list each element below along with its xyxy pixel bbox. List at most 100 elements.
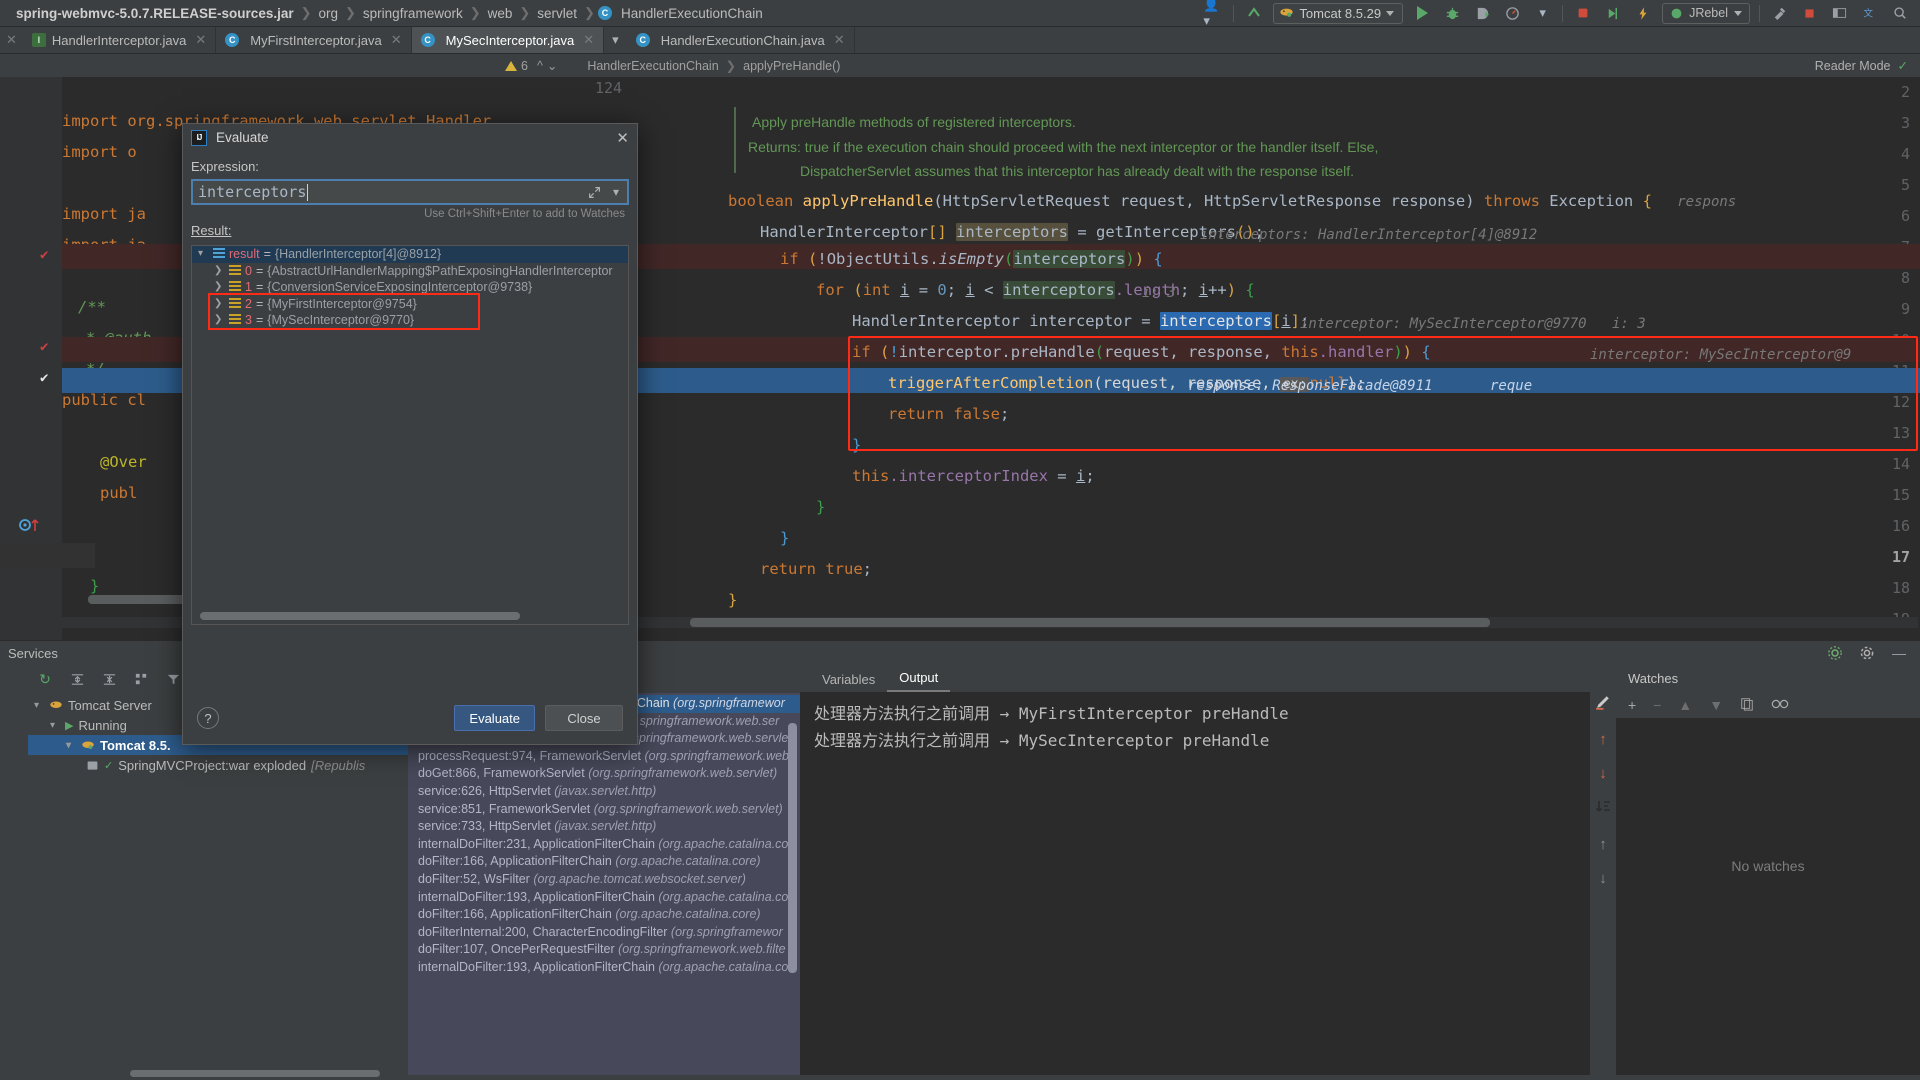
- stack-frame-row[interactable]: service:626, HttpServlet (javax.servlet.…: [408, 783, 800, 801]
- rerun-icon[interactable]: ↻: [36, 670, 54, 688]
- evaluate-icon[interactable]: [1595, 693, 1612, 714]
- breadcrumb-web[interactable]: web: [484, 6, 517, 21]
- frames-scrollbar[interactable]: [788, 723, 797, 973]
- chevron-down-icon[interactable]: ▾: [1532, 3, 1553, 24]
- tab-close-all[interactable]: ✕: [0, 27, 23, 53]
- stop-square-icon[interactable]: [1799, 3, 1820, 24]
- profiler-icon[interactable]: [1502, 3, 1523, 24]
- chevron-down-icon[interactable]: ▾: [50, 720, 60, 731]
- result-row-1[interactable]: ❯ 1 = {ConversionServiceExposingIntercep…: [192, 279, 628, 296]
- debug-icon[interactable]: [1442, 3, 1463, 24]
- breadcrumb-jar[interactable]: spring-webmvc-5.0.7.RELEASE-sources.jar: [12, 6, 298, 21]
- left-editor-hscroll-thumb[interactable]: [88, 595, 188, 604]
- breadcrumb-springframework[interactable]: springframework: [359, 6, 467, 21]
- result-row-2[interactable]: ❯ 2 = {MyFirstInterceptor@9754}: [192, 296, 628, 313]
- breadcrumb-servlet[interactable]: servlet: [533, 6, 581, 21]
- step-out-icon[interactable]: ↑: [1599, 731, 1607, 748]
- expression-input[interactable]: interceptors ▾: [191, 179, 629, 205]
- breadcrumb-classname[interactable]: HandlerExecutionChain: [617, 6, 767, 21]
- move-up-icon[interactable]: ▲: [1678, 697, 1692, 713]
- tab-handlerexecutionchain[interactable]: C HandlerExecutionChain.java ✕: [627, 27, 855, 53]
- search-icon[interactable]: [1889, 3, 1910, 24]
- expand-editor-icon[interactable]: [583, 181, 605, 203]
- close-icon[interactable]: ✕: [583, 32, 594, 48]
- chevron-right-icon[interactable]: ❯: [214, 279, 225, 296]
- result-row-0[interactable]: ❯ 0 = {AbstractUrlHandlerMapping$PathExp…: [192, 263, 628, 280]
- stack-frames-list[interactable]: applyPreHandle:137, HandlerExecutionChai…: [408, 693, 800, 1080]
- services-tree[interactable]: ▾ Tomcat Server ▾ ▶ Running ▾ Tomcat 8.5…: [28, 695, 408, 1080]
- close-icon[interactable]: ✕: [616, 129, 629, 147]
- result-hscrollbar[interactable]: [200, 612, 520, 620]
- tab-myfirstinterceptor[interactable]: C MyFirstInterceptor.java ✕: [216, 27, 412, 53]
- breakpoint-icon[interactable]: ✔: [40, 339, 53, 355]
- breadcrumb-class-name[interactable]: HandlerExecutionChain: [587, 59, 718, 73]
- stack-frame-row[interactable]: service:851, FrameworkServlet (org.sprin…: [408, 801, 800, 819]
- run-icon[interactable]: [1412, 3, 1433, 24]
- minimize-icon[interactable]: —: [1890, 644, 1908, 662]
- add-icon[interactable]: +: [1628, 697, 1636, 713]
- attach-debugger-icon[interactable]: [1602, 3, 1623, 24]
- expand-all-icon[interactable]: [68, 670, 86, 688]
- tab-mysecinterceptor[interactable]: C MySecInterceptor.java ✕: [411, 27, 605, 53]
- chevron-up-icon[interactable]: ^: [537, 59, 543, 73]
- collapse-all-icon[interactable]: [100, 670, 118, 688]
- translate-icon[interactable]: 文: [1859, 3, 1880, 24]
- help-button[interactable]: ?: [197, 707, 219, 729]
- result-tree[interactable]: ▾ result = {HandlerInterceptor[4]@8912} …: [191, 245, 629, 625]
- chevron-right-icon[interactable]: ❯: [214, 296, 225, 313]
- jrebel-selector[interactable]: JRebel: [1662, 2, 1750, 24]
- console-output[interactable]: 处理器方法执行之前调用 → MyFirstInterceptor preHand…: [800, 692, 1590, 1080]
- close-icon[interactable]: ✕: [834, 32, 845, 48]
- force-step-icon[interactable]: [1595, 799, 1611, 819]
- breakpoint-icon[interactable]: ✔: [40, 370, 53, 386]
- close-button[interactable]: Close: [545, 705, 623, 731]
- tree-item-war-deployment[interactable]: ✓ SpringMVCProject:war exploded [Republi…: [28, 755, 408, 775]
- step-into-icon[interactable]: ↓: [1599, 765, 1607, 782]
- inspect-icon[interactable]: [1771, 697, 1789, 713]
- copy-icon[interactable]: [1740, 697, 1754, 714]
- user-icon[interactable]: 👤▾: [1203, 0, 1224, 28]
- result-row-root[interactable]: ▾ result = {HandlerInterceptor[4]@8912}: [192, 246, 628, 263]
- gear-icon[interactable]: [1858, 644, 1876, 662]
- bottom-scrollbar[interactable]: [130, 1070, 380, 1077]
- stack-frame-row[interactable]: doFilter:166, ApplicationFilterChain (or…: [408, 853, 800, 871]
- stack-frame-row[interactable]: doFilter:52, WsFilter (org.apache.tomcat…: [408, 871, 800, 889]
- chevron-down-icon[interactable]: ▾: [198, 246, 209, 263]
- filter-icon[interactable]: [164, 670, 182, 688]
- reader-mode-indicator[interactable]: Reader Mode ✓: [1815, 58, 1908, 74]
- breadcrumb-method-name[interactable]: applyPreHandle(): [743, 59, 840, 73]
- stack-frame-row[interactable]: doFilter:166, ApplicationFilterChain (or…: [408, 906, 800, 924]
- build-icon[interactable]: [1769, 3, 1790, 24]
- chevron-down-icon[interactable]: ▾: [66, 740, 76, 751]
- tab-variables[interactable]: Variables: [810, 672, 887, 692]
- remove-icon[interactable]: −: [1653, 697, 1661, 713]
- stack-frame-row[interactable]: processRequest:974, FrameworkServlet (or…: [408, 748, 800, 766]
- stack-frame-row[interactable]: internalDoFilter:193, ApplicationFilterC…: [408, 959, 800, 977]
- result-row-3[interactable]: ❯ 3 = {MySecInterceptor@9770}: [192, 312, 628, 329]
- settings-gear-icon[interactable]: [1826, 644, 1844, 662]
- breadcrumb-org[interactable]: org: [315, 6, 343, 21]
- close-icon[interactable]: ✕: [391, 32, 402, 48]
- history-dropdown-icon[interactable]: ▾: [605, 181, 627, 203]
- close-icon[interactable]: ✕: [195, 32, 206, 48]
- editor-hscroll-thumb[interactable]: [690, 618, 1490, 627]
- breakpoint-icon[interactable]: ✔: [40, 247, 53, 263]
- chevron-right-icon[interactable]: ❯: [214, 312, 225, 329]
- tab-handlerinterceptor[interactable]: I HandlerInterceptor.java ✕: [23, 27, 217, 53]
- stack-frame-row[interactable]: service:733, HttpServlet (javax.servlet.…: [408, 818, 800, 836]
- tab-output[interactable]: Output: [887, 670, 951, 692]
- override-marker-icon[interactable]: [18, 517, 44, 537]
- coverage-icon[interactable]: [1472, 3, 1493, 24]
- chevron-right-icon[interactable]: ❯: [214, 263, 225, 280]
- stack-frame-row[interactable]: internalDoFilter:193, ApplicationFilterC…: [408, 889, 800, 907]
- down-icon[interactable]: ↓: [1599, 870, 1607, 887]
- layout-icon[interactable]: [1829, 3, 1850, 24]
- chevron-down-icon[interactable]: ▾: [34, 700, 44, 711]
- tab-list-dropdown[interactable]: ▾: [604, 27, 627, 53]
- group-icon[interactable]: [132, 670, 150, 688]
- stack-frame-row[interactable]: doFilterInternal:200, CharacterEncodingF…: [408, 924, 800, 942]
- inspection-warning-badge[interactable]: 6 ^ ⌄: [505, 58, 557, 73]
- up-icon[interactable]: ↑: [1599, 836, 1607, 853]
- stack-frame-row[interactable]: doGet:866, FrameworkServlet (org.springf…: [408, 765, 800, 783]
- move-down-icon[interactable]: ▼: [1709, 697, 1723, 713]
